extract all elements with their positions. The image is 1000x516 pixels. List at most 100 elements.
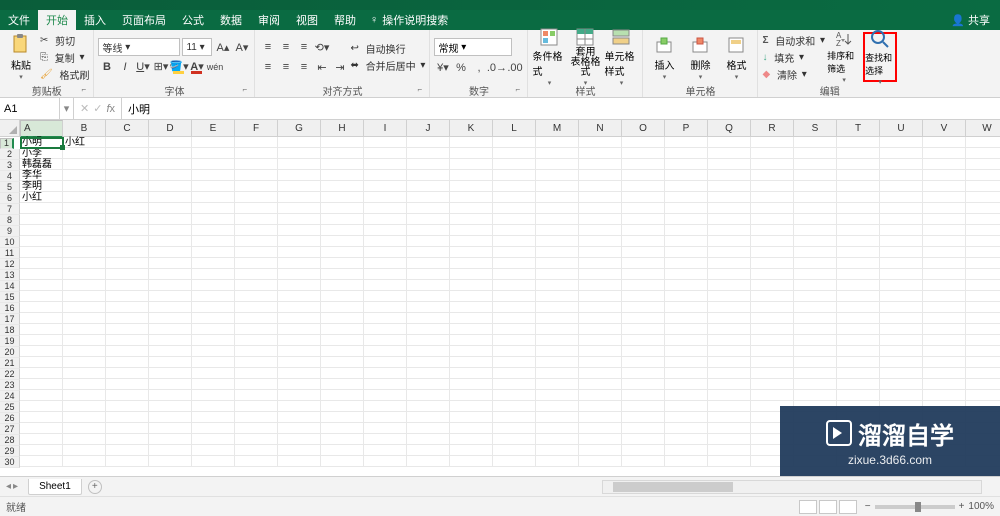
- cell[interactable]: [235, 148, 278, 159]
- cell[interactable]: [106, 236, 149, 247]
- cell[interactable]: [751, 357, 794, 368]
- tab-pagelayout[interactable]: 页面布局: [114, 9, 174, 31]
- zoom-slider[interactable]: [875, 505, 955, 509]
- cell[interactable]: [235, 291, 278, 302]
- cell[interactable]: [493, 203, 536, 214]
- cell[interactable]: [63, 401, 106, 412]
- alignment-launcher[interactable]: ⌐: [417, 85, 427, 95]
- align-bottom-button[interactable]: ≡: [295, 39, 312, 56]
- cell[interactable]: [837, 390, 880, 401]
- cell[interactable]: [364, 236, 407, 247]
- cell[interactable]: [407, 412, 450, 423]
- cell[interactable]: [493, 280, 536, 291]
- cell[interactable]: [149, 412, 192, 423]
- cell[interactable]: [622, 445, 665, 456]
- cell[interactable]: [493, 192, 536, 203]
- cell[interactable]: [837, 148, 880, 159]
- cell[interactable]: [278, 203, 321, 214]
- enter-formula-button[interactable]: ✓: [93, 102, 102, 115]
- cell[interactable]: [235, 225, 278, 236]
- merge-center-button[interactable]: ⬌ 合并后居中 ▾: [350, 58, 425, 74]
- row-header[interactable]: 15: [0, 292, 20, 303]
- cell[interactable]: [665, 236, 708, 247]
- cell[interactable]: [63, 390, 106, 401]
- cell[interactable]: [837, 379, 880, 390]
- cell[interactable]: [235, 170, 278, 181]
- cell[interactable]: [536, 324, 579, 335]
- cell[interactable]: [794, 379, 837, 390]
- row-header[interactable]: 23: [0, 380, 20, 391]
- zoom-out-button[interactable]: −: [865, 501, 871, 512]
- font-name-select[interactable]: 等线 ▾: [98, 38, 180, 56]
- cell[interactable]: 小红: [20, 192, 63, 203]
- cell[interactable]: [321, 379, 364, 390]
- cell[interactable]: [837, 214, 880, 225]
- row-header[interactable]: 24: [0, 391, 20, 402]
- cell[interactable]: [407, 170, 450, 181]
- cell[interactable]: [149, 423, 192, 434]
- column-header[interactable]: K: [450, 120, 493, 137]
- cell[interactable]: [923, 258, 966, 269]
- cell[interactable]: [278, 137, 321, 148]
- cell[interactable]: [450, 423, 493, 434]
- column-header[interactable]: F: [235, 120, 278, 137]
- cell[interactable]: [536, 335, 579, 346]
- column-header[interactable]: I: [364, 120, 407, 137]
- cell[interactable]: [708, 214, 751, 225]
- cell[interactable]: [63, 456, 106, 467]
- cell[interactable]: [665, 258, 708, 269]
- cell[interactable]: [794, 368, 837, 379]
- cell[interactable]: [407, 203, 450, 214]
- column-header[interactable]: H: [321, 120, 364, 137]
- cell[interactable]: [192, 236, 235, 247]
- cell[interactable]: [321, 357, 364, 368]
- cell[interactable]: [321, 148, 364, 159]
- cell[interactable]: [622, 181, 665, 192]
- cell[interactable]: [923, 148, 966, 159]
- cell[interactable]: [708, 247, 751, 258]
- cell[interactable]: [708, 379, 751, 390]
- cell[interactable]: [192, 159, 235, 170]
- sort-filter-button[interactable]: AZ 排序和筛选▾: [827, 32, 861, 82]
- cell[interactable]: [192, 456, 235, 467]
- cell[interactable]: [20, 445, 63, 456]
- cell[interactable]: [751, 291, 794, 302]
- cell[interactable]: [407, 280, 450, 291]
- cell[interactable]: [63, 357, 106, 368]
- cell[interactable]: [192, 225, 235, 236]
- cell[interactable]: [493, 148, 536, 159]
- cell[interactable]: [364, 390, 407, 401]
- cell[interactable]: [364, 203, 407, 214]
- font-size-select[interactable]: 11 ▾: [182, 38, 212, 56]
- increase-decimal-button[interactable]: .0→: [488, 59, 505, 76]
- cell[interactable]: [966, 225, 1000, 236]
- cell[interactable]: [794, 247, 837, 258]
- cell[interactable]: [407, 236, 450, 247]
- cell[interactable]: [20, 434, 63, 445]
- cell[interactable]: [579, 137, 622, 148]
- cell[interactable]: [235, 203, 278, 214]
- cell[interactable]: [364, 324, 407, 335]
- cell[interactable]: [579, 203, 622, 214]
- cell[interactable]: [20, 313, 63, 324]
- cell[interactable]: [450, 291, 493, 302]
- row-header[interactable]: 19: [0, 336, 20, 347]
- cell[interactable]: [794, 390, 837, 401]
- cell[interactable]: [837, 137, 880, 148]
- cell[interactable]: [794, 269, 837, 280]
- cell[interactable]: [837, 280, 880, 291]
- cell[interactable]: [622, 302, 665, 313]
- cell[interactable]: [364, 412, 407, 423]
- cell[interactable]: [751, 280, 794, 291]
- conditional-format-button[interactable]: 条件格式▾: [532, 32, 566, 82]
- cell[interactable]: [880, 148, 923, 159]
- cell[interactable]: [493, 236, 536, 247]
- cell[interactable]: [20, 390, 63, 401]
- cell[interactable]: [63, 291, 106, 302]
- cell[interactable]: [364, 379, 407, 390]
- number-format-select[interactable]: 常规 ▾: [434, 38, 512, 56]
- cell[interactable]: [192, 445, 235, 456]
- cell[interactable]: [579, 181, 622, 192]
- cell[interactable]: [622, 434, 665, 445]
- paste-button[interactable]: 粘贴 ▾: [4, 32, 38, 82]
